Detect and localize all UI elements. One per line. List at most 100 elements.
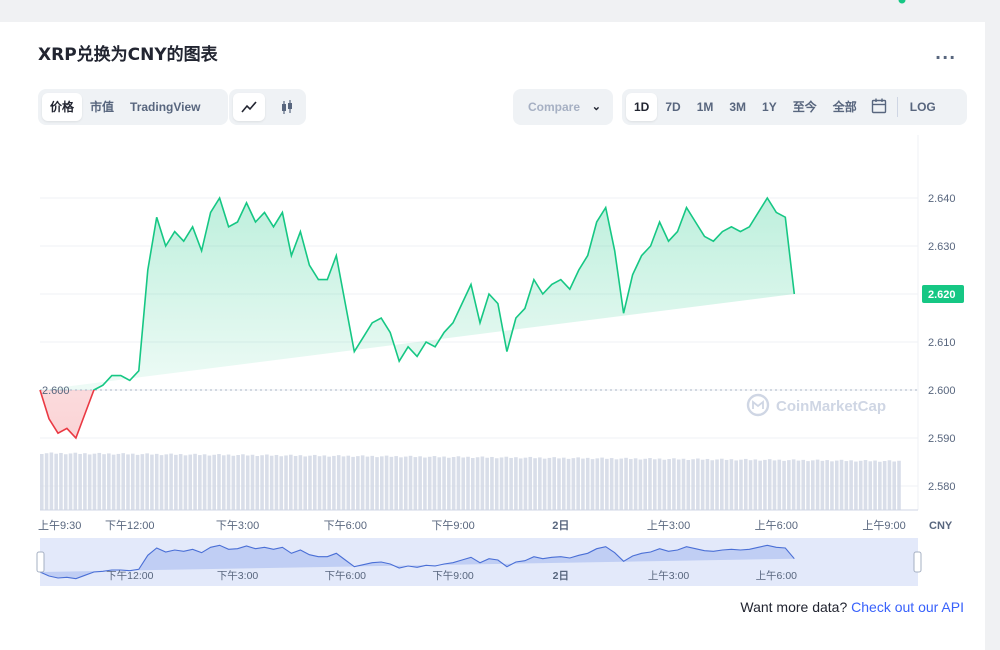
watermark-text: CoinMarketCap [776,398,886,415]
navigator-tick-label: 2日 [553,570,569,582]
volume-bar [494,458,499,510]
volume-bar [782,460,786,510]
volume-bar [638,459,643,510]
volume-bar [873,460,877,510]
volume-bar [432,456,437,510]
volume-bar [102,454,106,510]
volume-bar [796,460,801,510]
volume-bar [336,455,341,510]
volume-bar [614,459,619,510]
x-tick-label: 下午3:00 [216,519,259,532]
volume-bar [241,454,245,510]
volume-bar [456,456,461,510]
volume-bar [724,459,729,510]
volume-bar [140,454,145,510]
volume-bar [284,455,288,510]
volume-bar [466,456,470,510]
volume-bar [878,461,882,510]
volume-bar [346,455,351,510]
navigator-tick-label: 上午6:00 [756,569,798,582]
volume-bar [490,456,494,510]
volume-bar [221,455,226,510]
volume-bar [844,461,849,510]
volume-bar [375,457,379,510]
navigator-tick-label: 下午3:00 [217,569,259,582]
volume-bar [451,457,456,510]
volume-bar [461,457,466,510]
y-tick-label: 2.630 [928,241,956,253]
volume-bar [863,460,868,510]
x-tick-label: 上午9:30 [38,519,81,532]
volume-bar [322,455,327,510]
volume-bar [581,458,585,510]
volume-bar [480,456,485,510]
volume-bar [49,452,54,510]
volume-bar [193,453,197,510]
y-tick-label: 2.640 [928,193,956,205]
navigator-handle-right[interactable] [913,551,922,573]
volume-bar [897,460,901,510]
volume-bar [245,455,250,510]
x-tick-label: 上午9:00 [862,519,905,532]
volume-bar [298,455,303,510]
volume-bar [662,459,667,510]
volume-bar [777,459,782,510]
volume-bar [226,454,231,510]
volume-bar [849,460,853,510]
volume-bar [332,455,336,510]
volume-bar [44,453,49,510]
volume-bar [763,459,767,510]
volume-bar [825,460,829,510]
volume-bar [97,452,102,510]
price-chart[interactable]: CoinMarketCap 2.600 2.640 2.630 2.620 2.610… [0,0,1000,650]
baseline-label: 2.600 [42,385,70,397]
volume-bar [356,456,360,510]
navigator-tick-label: 上午3:00 [648,569,690,582]
volume-bar [92,453,97,510]
volume-bar [126,454,130,510]
volume-bar [447,457,451,510]
current-price-dot [898,0,906,4]
volume-bar [758,460,762,510]
volume-bar [360,455,365,510]
volume-bar [705,458,710,510]
volume-bar [365,456,370,510]
volume-bar [820,460,825,510]
volume-bar [576,457,580,510]
volume-bar [710,460,715,510]
volume-bar [169,453,173,510]
volume-bar [159,455,164,510]
volume-bar [145,453,149,510]
volume-bar [676,459,681,510]
volume-bar [729,459,734,510]
volume-bar [590,459,595,510]
volume-bar [312,454,317,510]
volume-bar [643,458,647,510]
volume-bar [63,454,68,510]
volume-bar [236,455,240,510]
volume-bar [667,459,671,510]
volume-bar [135,454,140,510]
volume-bar [68,453,73,510]
volume-bar [198,455,202,510]
volume-bar [308,455,312,510]
volume-bar [595,458,600,510]
navigator-tick-label: 下午12:00 [106,569,153,582]
navigator-handle-left[interactable] [36,551,45,573]
volume-bar [609,458,614,510]
volume-bar [317,456,322,510]
navigator-tick-label: 下午9:00 [432,569,474,582]
api-link[interactable]: Check out our API [851,599,964,615]
navigator[interactable]: 下午12:00 下午3:00 下午6:00 下午9:00 2日 上午3:00 上午6:00 [36,538,922,586]
volume-bar [681,458,686,510]
volume-bar [791,459,796,510]
volume-bar [183,455,188,510]
volume-bar [107,453,111,510]
volume-bar [499,457,504,510]
volume-bar [255,456,260,510]
volume-bar [40,454,44,510]
volume-bar [413,457,418,510]
volume-bar [720,458,724,510]
volume-bar [471,458,475,510]
volume-bar [672,458,676,510]
